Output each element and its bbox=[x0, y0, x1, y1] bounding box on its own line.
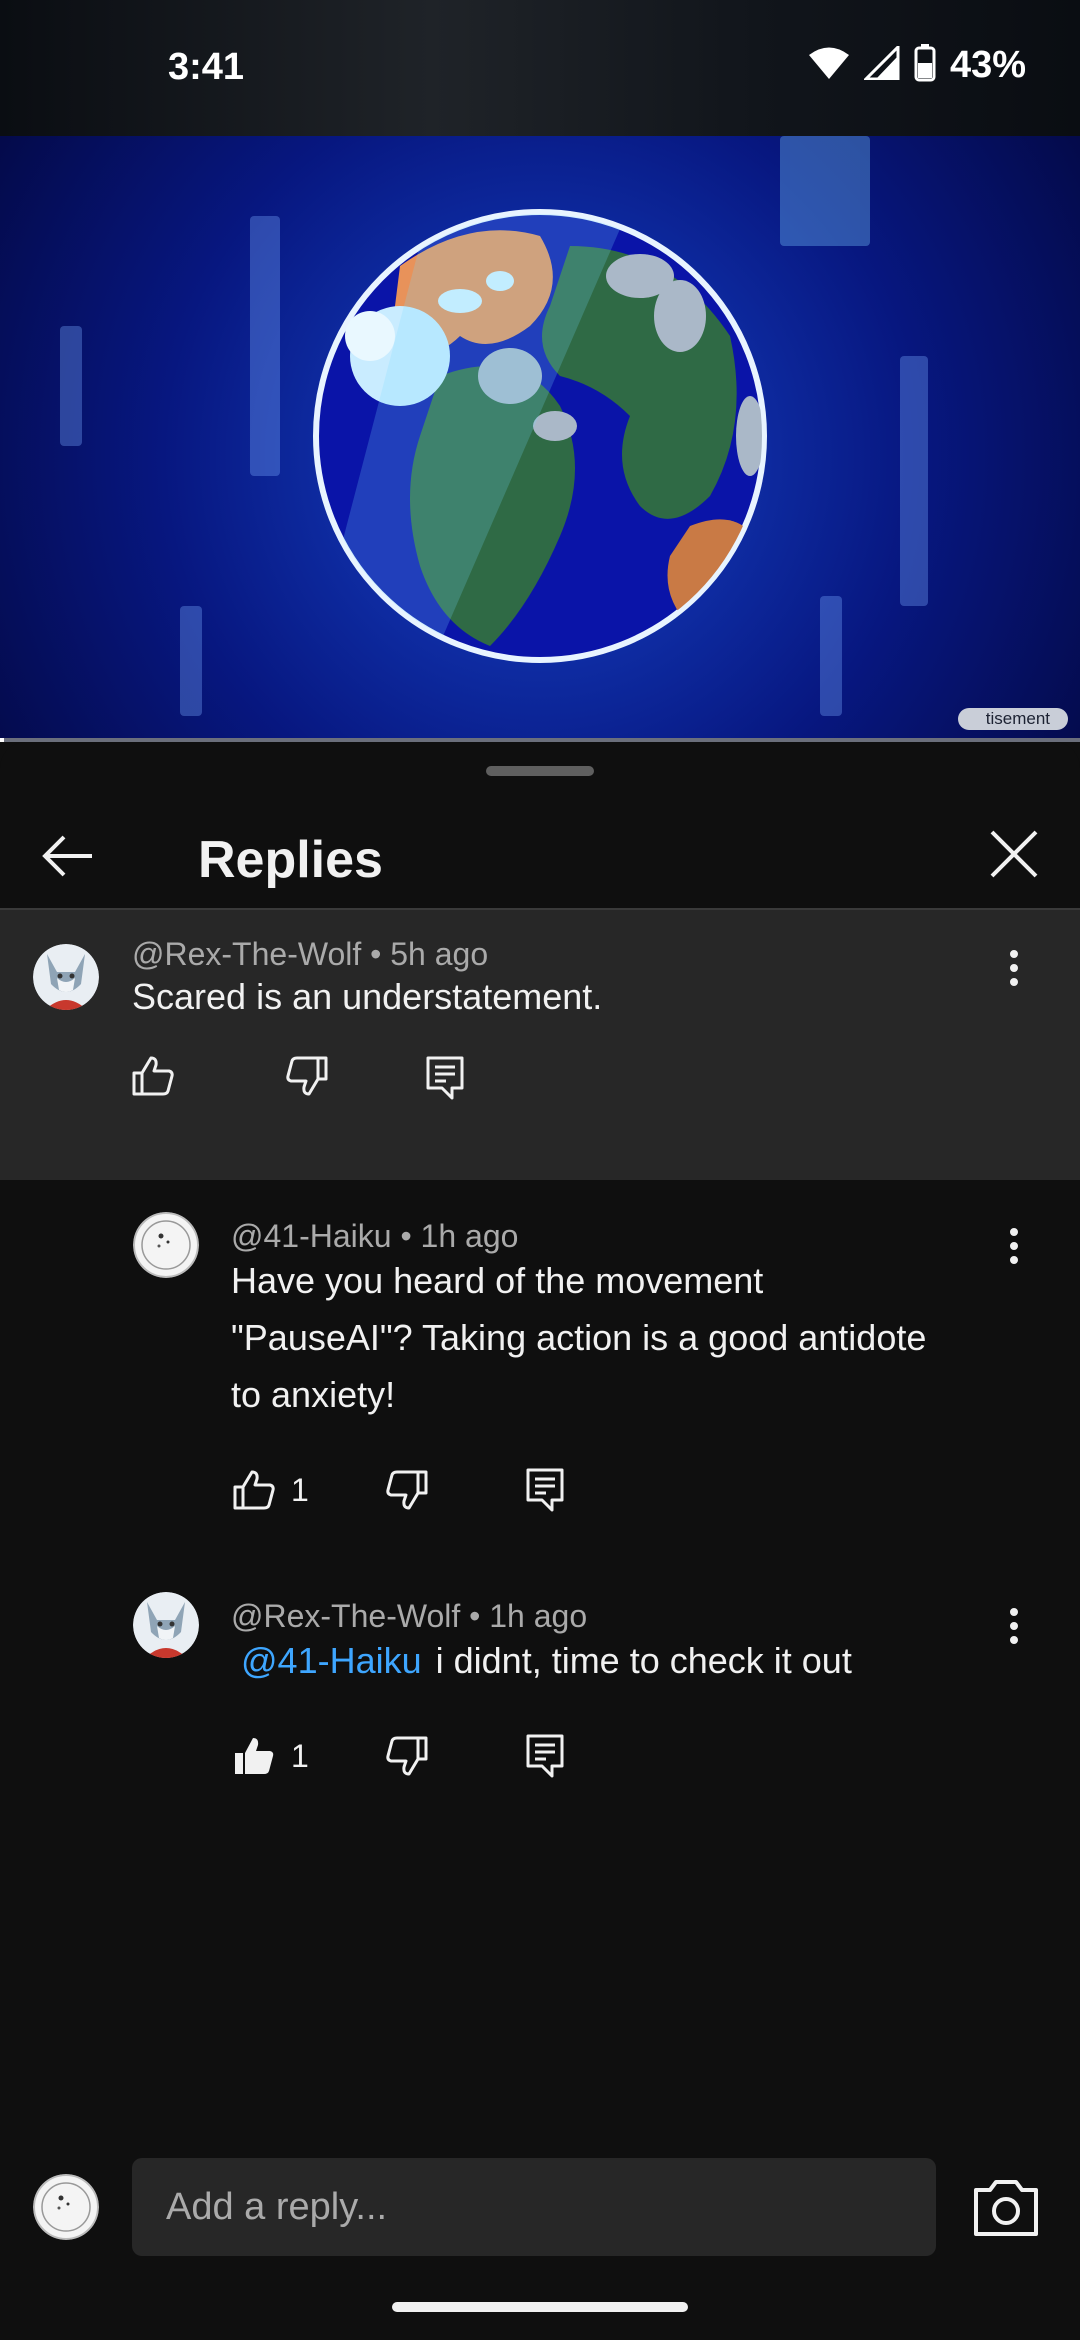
comment-icon bbox=[526, 1734, 564, 1778]
sheet-title: Replies bbox=[198, 831, 383, 889]
separator: • bbox=[370, 936, 382, 972]
haiku-avatar-icon bbox=[33, 2174, 99, 2240]
video-progress-fill bbox=[0, 738, 5, 742]
comment-line: Have you heard of the movement bbox=[231, 1260, 764, 1301]
more-vert-icon bbox=[1010, 1608, 1018, 1644]
comment-meta: @Rex-The-Wolf • 1h ago bbox=[231, 1598, 587, 1635]
status-icons: 43% bbox=[808, 43, 1026, 87]
more-button[interactable] bbox=[994, 938, 1034, 998]
avatar[interactable] bbox=[133, 1592, 199, 1658]
arrow-left-icon bbox=[42, 835, 92, 877]
like-button[interactable]: 1 bbox=[233, 1736, 309, 1776]
comment-divider bbox=[0, 1178, 1080, 1180]
like-count: 1 bbox=[291, 1737, 309, 1774]
comment-line: to anxiety! bbox=[231, 1374, 396, 1415]
thumb-up-filled-icon bbox=[235, 1738, 274, 1774]
light-streak bbox=[900, 356, 928, 606]
globe-illustration bbox=[313, 209, 767, 663]
light-streak bbox=[780, 136, 870, 246]
separator: • bbox=[400, 1218, 412, 1254]
more-button[interactable] bbox=[994, 1596, 1034, 1656]
comment-meta: @41-Haiku • 1h ago bbox=[231, 1218, 518, 1255]
light-streak bbox=[180, 606, 202, 716]
back-button[interactable] bbox=[38, 826, 98, 886]
dislike-button[interactable] bbox=[386, 1736, 428, 1776]
status-bar: 3:41 43% bbox=[0, 0, 1080, 136]
separator: • bbox=[469, 1598, 481, 1634]
comment-age: 1h ago bbox=[489, 1598, 588, 1634]
reply-button[interactable] bbox=[526, 1468, 564, 1512]
author-handle[interactable]: @41-Haiku bbox=[231, 1218, 392, 1254]
author-handle[interactable]: @Rex-The-Wolf bbox=[231, 1598, 460, 1634]
comment-age: 1h ago bbox=[420, 1218, 519, 1254]
status-time: 3:41 bbox=[168, 46, 245, 88]
thumb-down-icon bbox=[286, 1056, 328, 1096]
close-icon bbox=[990, 830, 1038, 878]
camera-icon bbox=[974, 2180, 1038, 2236]
author-handle[interactable]: @Rex-The-Wolf bbox=[132, 936, 361, 972]
wifi-icon bbox=[808, 46, 850, 85]
parent-comment: @Rex-The-Wolf • 5h ago Scared is an unde… bbox=[0, 910, 1080, 1178]
close-button[interactable] bbox=[982, 822, 1046, 886]
comment-icon bbox=[426, 1056, 464, 1100]
drag-handle[interactable] bbox=[486, 766, 594, 776]
dislike-button[interactable] bbox=[386, 1470, 428, 1510]
dislike-button[interactable] bbox=[286, 1056, 328, 1096]
light-streak bbox=[820, 596, 842, 716]
comment-body: i didnt, time to check it out bbox=[435, 1640, 852, 1681]
comment-line: "PauseAI"? Taking action is a good antid… bbox=[231, 1317, 927, 1358]
comment-icon bbox=[526, 1468, 564, 1512]
video-player[interactable]: tisement bbox=[0, 136, 1080, 740]
avatar[interactable] bbox=[33, 944, 99, 1010]
thumb-down-icon bbox=[386, 1736, 428, 1776]
battery-percent: 43% bbox=[949, 44, 1026, 86]
thumb-up-icon bbox=[233, 1470, 275, 1510]
light-streak bbox=[250, 216, 280, 476]
sheet-header: Replies bbox=[0, 798, 1080, 908]
light-streak bbox=[60, 326, 82, 446]
comment-text: Have you heard of the movement "PauseAI"… bbox=[231, 1252, 926, 1423]
signal-icon bbox=[862, 43, 900, 85]
avatar[interactable] bbox=[133, 1212, 199, 1278]
current-user-avatar[interactable] bbox=[33, 2174, 99, 2240]
replies-sheet: Replies @Rex-The-Wolf • 5h ago Scared is… bbox=[0, 742, 1080, 2340]
like-button[interactable] bbox=[132, 1056, 190, 1096]
camera-button[interactable] bbox=[972, 2176, 1040, 2238]
haiku-avatar-icon bbox=[133, 1212, 199, 1278]
home-indicator[interactable] bbox=[392, 2302, 688, 2312]
thumb-up-icon bbox=[132, 1056, 174, 1096]
more-vert-icon bbox=[1010, 950, 1018, 986]
comment-age: 5h ago bbox=[390, 936, 489, 972]
reply-button[interactable] bbox=[426, 1056, 464, 1100]
comment-text: @41-Haiku i didnt, time to check it out bbox=[231, 1632, 852, 1689]
battery-icon bbox=[914, 44, 936, 87]
ad-badge[interactable]: tisement bbox=[957, 708, 1068, 730]
wolf-avatar-icon bbox=[33, 944, 99, 1010]
reply-input[interactable]: Add a reply... bbox=[132, 2158, 936, 2256]
wolf-avatar-icon bbox=[133, 1592, 199, 1658]
like-button[interactable]: 1 bbox=[233, 1470, 309, 1510]
more-vert-icon bbox=[1010, 1228, 1018, 1264]
reply-button[interactable] bbox=[526, 1734, 564, 1778]
thumb-down-icon bbox=[386, 1470, 428, 1510]
more-button[interactable] bbox=[994, 1216, 1034, 1276]
comment-text: Scared is an understatement. bbox=[132, 976, 603, 1017]
like-count: 1 bbox=[291, 1471, 309, 1508]
mention-link[interactable]: @41-Haiku bbox=[241, 1640, 422, 1681]
